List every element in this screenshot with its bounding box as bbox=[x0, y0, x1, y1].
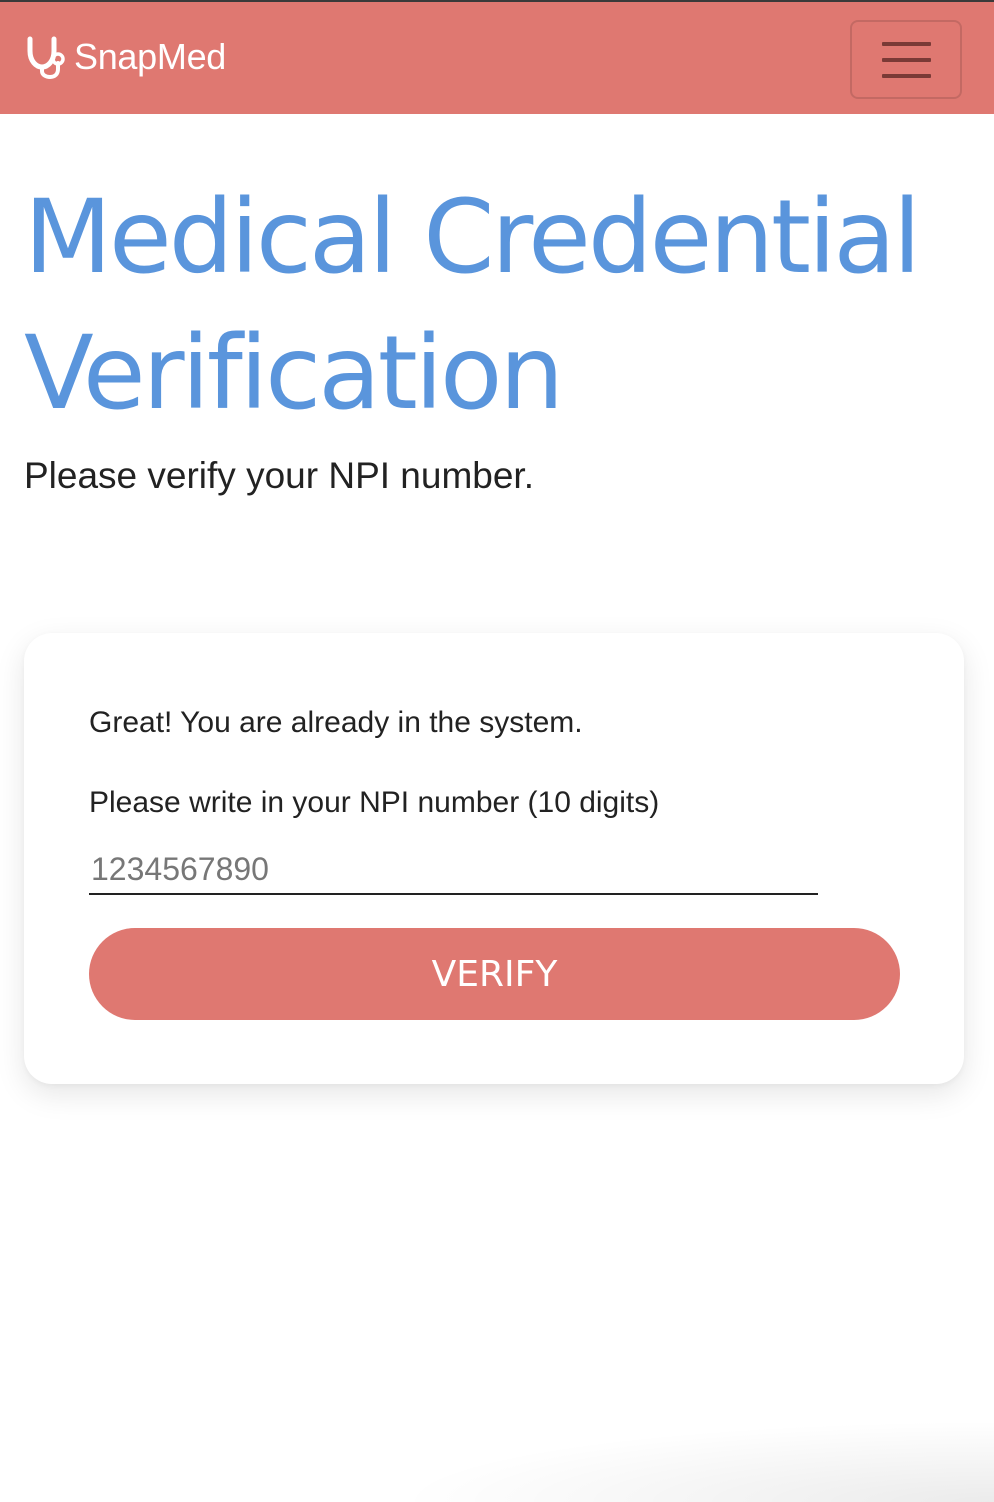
page-subtitle: Please verify your NPI number. bbox=[24, 455, 534, 496]
brand-name: SnapMed bbox=[74, 36, 227, 77]
npi-input[interactable] bbox=[89, 845, 818, 895]
decorative-shadow bbox=[394, 1420, 994, 1502]
npi-label: Please write in your NPI number (10 digi… bbox=[89, 786, 660, 819]
menu-toggle-button[interactable] bbox=[850, 20, 962, 99]
verify-button[interactable]: VERIFY bbox=[89, 928, 900, 1020]
page-title-line2: Verification bbox=[24, 314, 564, 433]
verification-card: Great! You are already in the system. Pl… bbox=[24, 633, 964, 1084]
page-title-line1: Medical Credential bbox=[24, 178, 921, 297]
stethoscope-icon bbox=[24, 35, 66, 80]
brand[interactable]: SnapMed bbox=[24, 35, 227, 80]
status-message: Great! You are already in the system. bbox=[89, 706, 583, 739]
navbar: SnapMed bbox=[0, 0, 994, 114]
page-title: Medical Credential Verification bbox=[24, 170, 964, 442]
